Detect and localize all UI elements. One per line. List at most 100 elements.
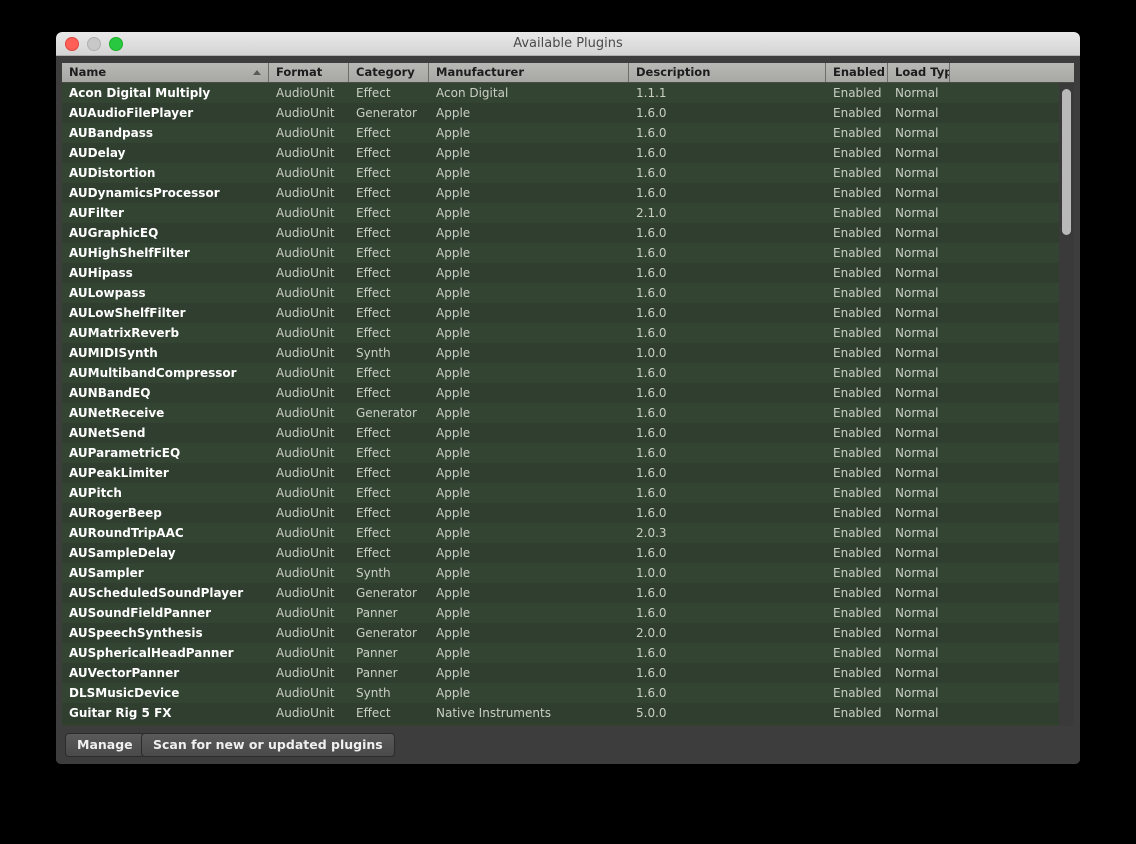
cell-name: AURoundTripAAC <box>69 526 184 540</box>
cell-enabled: Enabled <box>833 706 882 720</box>
table-row[interactable]: AURogerBeep AudioUnit Effect Apple 1.6.0 Enab… <box>62 503 1074 523</box>
cell-description: 1.0.0 <box>636 346 667 360</box>
scrollbar-thumb[interactable] <box>1062 89 1071 235</box>
table-row[interactable]: AUAudioFilePlayer AudioUnit Generator Apple… <box>62 103 1074 123</box>
cell-description: 1.6.0 <box>636 306 667 320</box>
table-row[interactable]: AUSampler AudioUnit Synth Apple 1.0.0 Enabled… <box>62 563 1074 583</box>
column-header-name[interactable]: Name <box>62 63 269 82</box>
column-header-load-type[interactable]: Load Type <box>888 63 950 82</box>
table-row[interactable]: AUSpeechSynthesis AudioUnit Generator Apple… <box>62 623 1074 643</box>
cell-description: 1.1.1 <box>636 86 667 100</box>
table-row[interactable]: AUHighShelfFilter AudioUnit Effect Apple 1.6… <box>62 243 1074 263</box>
table-row[interactable]: AUPeakLimiter AudioUnit Effect Apple 1.6.0 En… <box>62 463 1074 483</box>
cell-format: AudioUnit <box>276 346 335 360</box>
table-row[interactable]: DLSMusicDevice AudioUnit Synth Apple 1.6.0 En… <box>62 683 1074 703</box>
table-row[interactable]: AURoundTripAAC AudioUnit Effect Apple 2.0.3 E… <box>62 523 1074 543</box>
table-row[interactable]: AULowShelfFilter AudioUnit Effect Apple 1.6.… <box>62 303 1074 323</box>
table-row[interactable]: AUSoundFieldPanner AudioUnit Panner Apple 1.… <box>62 603 1074 623</box>
cell-description: 1.6.0 <box>636 286 667 300</box>
table-row[interactable]: AUSphericalHeadPanner AudioUnit Panner Appl… <box>62 643 1074 663</box>
cell-category: Effect <box>356 546 391 560</box>
table-row[interactable]: AULowpass AudioUnit Effect Apple 1.6.0 Enable… <box>62 283 1074 303</box>
table-row[interactable]: AUMatrixReverb AudioUnit Effect Apple 1.6.0 E… <box>62 323 1074 343</box>
table-row[interactable]: AUDistortion AudioUnit Effect Apple 1.6.0 Ena… <box>62 163 1074 183</box>
table-row[interactable]: AUMultibandCompressor AudioUnit Effect Appl… <box>62 363 1074 383</box>
manage-button[interactable]: Manage <box>65 733 145 757</box>
cell-category: Panner <box>356 646 398 660</box>
table-row[interactable]: AUSampleDelay AudioUnit Effect Apple 1.6.0 En… <box>62 543 1074 563</box>
table-row[interactable]: AUScheduledSoundPlayer AudioUnit Generator… <box>62 583 1074 603</box>
cell-name: AUDynamicsProcessor <box>69 186 220 200</box>
cell-enabled: Enabled <box>833 266 882 280</box>
cell-spacer <box>950 143 1074 163</box>
table-row[interactable]: AUNetReceive AudioUnit Generator Apple 1.6.0… <box>62 403 1074 423</box>
column-header-category[interactable]: Category <box>349 63 429 82</box>
cell-category: Effect <box>356 306 391 320</box>
cell-manufacturer: Apple <box>436 546 471 560</box>
table-row[interactable]: Acon Digital Multiply AudioUnit Effect Acon… <box>62 83 1074 103</box>
cell-enabled: Enabled <box>833 526 882 540</box>
cell-format: AudioUnit <box>276 386 335 400</box>
cell-loadtype: Normal <box>895 126 939 140</box>
cell-description: 5.0.0 <box>636 706 667 720</box>
cell-name: AUDelay <box>69 146 126 160</box>
table-rows-viewport[interactable]: Acon Digital Multiply AudioUnit Effect Acon… <box>62 83 1074 726</box>
column-header-description[interactable]: Description <box>629 63 826 82</box>
cell-format: AudioUnit <box>276 606 335 620</box>
cell-loadtype: Normal <box>895 486 939 500</box>
cell-spacer <box>950 363 1074 383</box>
cell-manufacturer: Apple <box>436 586 471 600</box>
cell-manufacturer: Apple <box>436 626 471 640</box>
column-header-manufacturer[interactable]: Manufacturer <box>429 63 629 82</box>
column-header-enabled[interactable]: Enabled <box>826 63 888 82</box>
cell-spacer <box>950 663 1074 683</box>
cell-spacer <box>950 183 1074 203</box>
table-row[interactable]: AUNBandEQ AudioUnit Effect Apple 1.6.0 Enable… <box>62 383 1074 403</box>
table-row[interactable]: AUGraphicEQ AudioUnit Effect Apple 1.6.0 Enab… <box>62 223 1074 243</box>
cell-loadtype: Normal <box>895 506 939 520</box>
cell-loadtype: Normal <box>895 426 939 440</box>
table-row[interactable]: AUParametricEQ AudioUnit Effect Apple 1.6.0 E… <box>62 443 1074 463</box>
cell-name: AUSoundFieldPanner <box>69 606 212 620</box>
cell-spacer <box>950 443 1074 463</box>
table-row[interactable]: AUDelay AudioUnit Effect Apple 1.6.0 Enabled N… <box>62 143 1074 163</box>
cell-manufacturer: Apple <box>436 466 471 480</box>
cell-manufacturer: Apple <box>436 286 471 300</box>
cell-description: 1.6.0 <box>636 406 667 420</box>
cell-enabled: Enabled <box>833 226 882 240</box>
cell-category: Generator <box>356 626 417 640</box>
cell-category: Effect <box>356 246 391 260</box>
cell-format: AudioUnit <box>276 666 335 680</box>
table-row[interactable]: AUBandpass AudioUnit Effect Apple 1.6.0 Enabl… <box>62 123 1074 143</box>
cell-spacer <box>950 563 1074 583</box>
table-row[interactable]: AUDynamicsProcessor AudioUnit Effect Apple 1… <box>62 183 1074 203</box>
table-row[interactable]: AUFilter AudioUnit Effect Apple 2.1.0 Enabled… <box>62 203 1074 223</box>
cell-description: 1.6.0 <box>636 146 667 160</box>
window-titlebar[interactable]: Available Plugins <box>56 32 1080 56</box>
table-row[interactable]: Guitar Rig 5 FX AudioUnit Effect Native Ins… <box>62 703 1074 723</box>
table-row[interactable]: AUNetSend AudioUnit Effect Apple 1.6.0 Enable… <box>62 423 1074 443</box>
cell-enabled: Enabled <box>833 666 882 680</box>
cell-enabled: Enabled <box>833 466 882 480</box>
cell-format: AudioUnit <box>276 146 335 160</box>
cell-spacer <box>950 503 1074 523</box>
table-row[interactable]: AUMIDISynth AudioUnit Synth Apple 1.0.0 Enabl… <box>62 343 1074 363</box>
cell-format: AudioUnit <box>276 686 335 700</box>
cell-enabled: Enabled <box>833 286 882 300</box>
cell-manufacturer: Apple <box>436 226 471 240</box>
window-body: Name Format Category Manufacturer Descri… <box>56 56 1080 764</box>
cell-manufacturer: Apple <box>436 666 471 680</box>
cell-spacer <box>950 263 1074 283</box>
cell-format: AudioUnit <box>276 646 335 660</box>
cell-description: 1.6.0 <box>636 666 667 680</box>
table-row[interactable]: AUVectorPanner AudioUnit Panner Apple 1.6.0 E… <box>62 663 1074 683</box>
sort-ascending-icon <box>253 70 261 75</box>
scan-plugins-button[interactable]: Scan for new or updated plugins <box>141 733 395 757</box>
column-header-format[interactable]: Format <box>269 63 349 82</box>
table-row[interactable]: AUHipass AudioUnit Effect Apple 1.6.0 Enabled… <box>62 263 1074 283</box>
cell-category: Effect <box>356 426 391 440</box>
cell-spacer <box>950 283 1074 303</box>
vertical-scrollbar[interactable] <box>1059 83 1074 726</box>
cell-description: 1.6.0 <box>636 186 667 200</box>
table-row[interactable]: AUPitch AudioUnit Effect Apple 1.6.0 Enabled N… <box>62 483 1074 503</box>
